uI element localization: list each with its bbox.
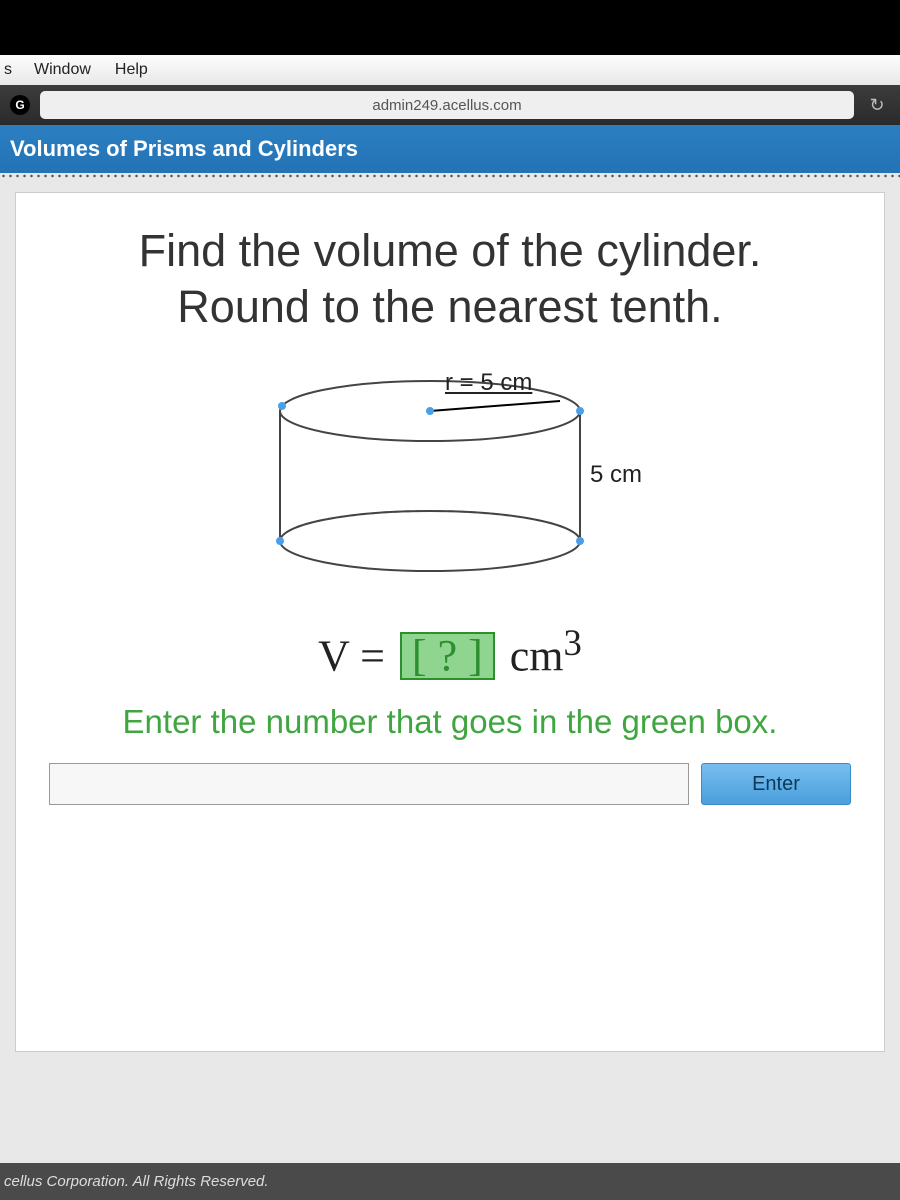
hint-text: Enter the number that goes in the green … <box>30 703 870 741</box>
problem-card: Find the volume of the cylinder. Round t… <box>15 192 885 1052</box>
os-menu-bar: s Window Help <box>0 55 900 85</box>
lesson-title: Volumes of Prisms and Cylinders <box>10 136 358 162</box>
content-area: Find the volume of the cylinder. Round t… <box>0 178 900 1163</box>
site-favicon: G <box>10 95 30 115</box>
footer-bar: cellus Corporation. All Rights Reserved. <box>0 1163 900 1200</box>
height-label: 5 cm <box>590 461 642 489</box>
answer-placeholder-box: [ ? ] <box>400 632 495 680</box>
formula-unit: cm <box>499 631 564 680</box>
lesson-title-bar: Volumes of Prisms and Cylinders <box>0 125 900 173</box>
prompt-line-1: Find the volume of the cylinder. <box>30 223 870 279</box>
volume-formula: V = [ ? ] cm3 <box>30 621 870 682</box>
reload-icon[interactable]: ↻ <box>864 92 890 118</box>
answer-input[interactable] <box>49 763 689 805</box>
enter-button[interactable]: Enter <box>701 763 851 805</box>
menu-item-help[interactable]: Help <box>103 61 160 79</box>
browser-toolbar: G admin249.acellus.com ↻ <box>0 85 900 125</box>
problem-prompt: Find the volume of the cylinder. Round t… <box>30 223 870 336</box>
menu-item-partial[interactable]: s <box>0 61 22 79</box>
url-display[interactable]: admin249.acellus.com <box>40 91 854 119</box>
menu-item-window[interactable]: Window <box>22 61 103 79</box>
window-top-black <box>0 0 900 55</box>
radius-label: r = 5 cm <box>445 369 532 397</box>
answer-input-row: Enter <box>30 763 870 805</box>
prompt-line-2: Round to the nearest tenth. <box>30 279 870 335</box>
formula-exponent: 3 <box>564 622 582 663</box>
formula-prefix: V = <box>318 631 396 680</box>
cylinder-figure: r = 5 cm 5 cm <box>250 371 650 591</box>
footer-text: cellus Corporation. All Rights Reserved. <box>4 1173 269 1190</box>
